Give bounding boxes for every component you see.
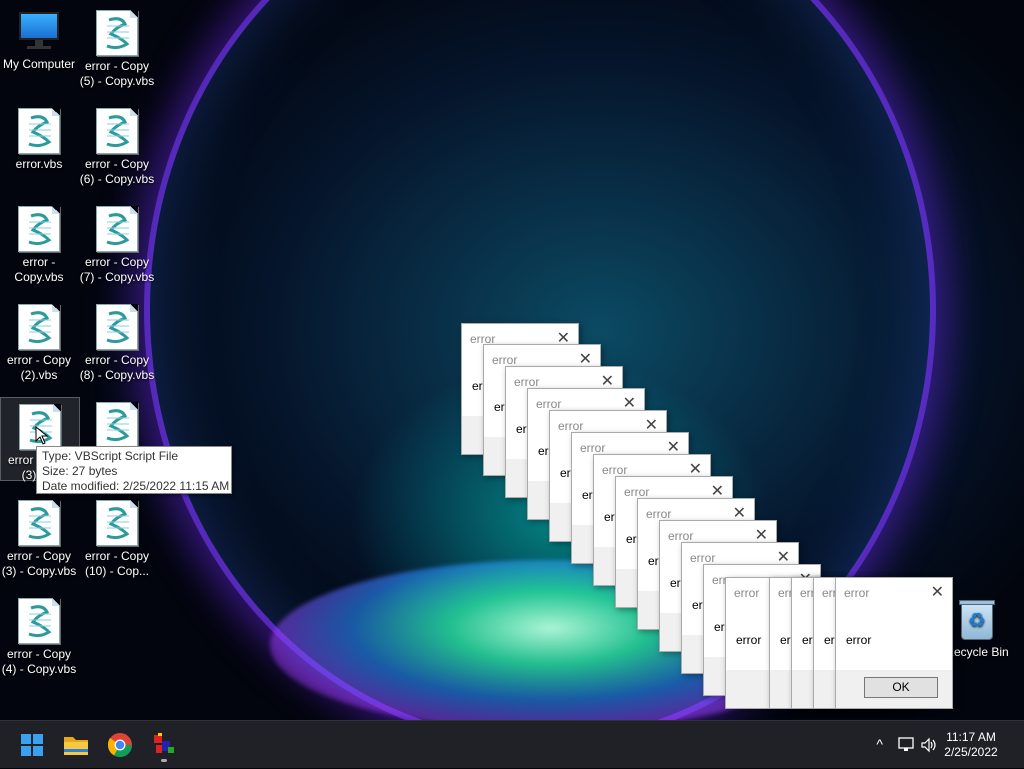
tooltip-size: Size: 27 bytes	[42, 464, 118, 478]
icon-label: error - Copy (4) - Copy.vbs	[1, 647, 77, 676]
desktop-icon-error-copy-10-copy[interactable]: error - Copy (10) - Cop...	[78, 494, 156, 579]
desktop-icon-error-copy-9-copy[interactable]	[78, 396, 156, 451]
vbs-file-icon	[96, 206, 138, 252]
desktop-icon-error-copy-3-copy[interactable]: error - Copy (3) - Copy.vbs	[0, 494, 78, 579]
vbs-file-icon	[18, 108, 60, 154]
icon-label: error - Copy (6) - Copy.vbs	[79, 157, 155, 186]
running-app-button[interactable]	[148, 729, 180, 762]
desktop-icon-error-copy-8-copy[interactable]: error - Copy (8) - Copy.vbs	[78, 298, 156, 383]
desktop-icon-error-copy-4-copy[interactable]: error - Copy (4) - Copy.vbs	[0, 592, 78, 677]
network-icon[interactable]	[898, 737, 916, 753]
tooltip-date: Date modified: 2/25/2022 11:15 AM	[42, 479, 230, 493]
close-icon[interactable]: ✕	[931, 582, 944, 602]
dialog-title: error	[734, 586, 760, 600]
vbs-file-icon	[96, 402, 138, 448]
show-hidden-icons-chevron[interactable]: ^	[876, 736, 883, 752]
dialog-title: error	[646, 507, 672, 521]
desktop-icon-error-copy-6-copy[interactable]: error - Copy (6) - Copy.vbs	[78, 102, 156, 187]
mouse-cursor-icon	[35, 426, 49, 445]
taskbar: ^ 11:17 AM 2/25/2022	[0, 720, 1024, 768]
vbs-file-icon	[18, 206, 60, 252]
icon-label: My Computer	[2, 57, 76, 71]
vbs-file-icon	[18, 598, 60, 644]
vbs-file-icon	[18, 500, 60, 546]
app-icon	[154, 733, 174, 753]
dialog-title: error	[668, 529, 694, 543]
vbs-file-icon	[96, 500, 138, 546]
dialog-title: error	[602, 463, 628, 477]
desktop-icon-error-copy-7-copy[interactable]: error - Copy (7) - Copy.vbs	[78, 200, 156, 285]
file-tooltip: Type: VBScript Script File Size: 27 byte…	[36, 446, 232, 494]
dialog-title: error	[514, 375, 540, 389]
desktop-icon-error-vbs[interactable]: error.vbs	[0, 102, 78, 172]
vbs-file-icon	[96, 108, 138, 154]
dialog-message: error	[736, 633, 762, 647]
start-icon	[21, 734, 43, 756]
vbs-file-icon	[96, 304, 138, 350]
icon-label: error.vbs	[15, 157, 63, 171]
file-explorer-icon	[64, 737, 88, 755]
chrome-icon	[107, 733, 132, 758]
dialog-title: error	[624, 485, 650, 499]
icon-label: error - Copy (8) - Copy.vbs	[79, 353, 155, 382]
desktop-icon-error-copy[interactable]: error - Copy.vbs	[0, 200, 78, 285]
clock[interactable]: 11:17 AM 2/25/2022	[936, 730, 1006, 760]
desktop-icon-error-copy-5-copy[interactable]: error - Copy (5) - Copy.vbs	[78, 4, 156, 89]
icon-label: error - Copy (2).vbs	[6, 353, 71, 382]
dialog-title: error	[492, 353, 518, 367]
dialog-title: error	[844, 586, 870, 600]
tooltip-type: Type: VBScript Script File	[42, 449, 179, 463]
chrome-button[interactable]	[104, 729, 136, 761]
desktop-icon-error-copy-2[interactable]: error - Copy (2).vbs	[0, 298, 78, 383]
file-explorer-button[interactable]	[60, 729, 92, 761]
dialog-title: error	[558, 419, 584, 433]
ok-button[interactable]: OK	[864, 677, 938, 698]
dialog-message: error	[846, 633, 872, 647]
dialog-title: error	[536, 397, 562, 411]
icon-label: error - Copy (7) - Copy.vbs	[79, 255, 155, 284]
icon-label: error - Copy (3) - Copy.vbs	[1, 549, 77, 578]
icon-label: error - Copy (10) - Cop...	[84, 549, 150, 578]
dialog-title: error	[580, 441, 606, 455]
icon-label: error - Copy (5) - Copy.vbs	[79, 59, 155, 88]
vbs-file-icon	[96, 10, 138, 56]
clock-date: 2/25/2022	[944, 745, 998, 759]
vbs-file-icon	[18, 304, 60, 350]
recycle-bin-icon: ♻	[957, 598, 997, 642]
error-dialog-front[interactable]: error ✕ error OK	[835, 577, 953, 709]
desktop: My Computer error.vbs error - Copy.vbs e…	[0, 0, 1024, 720]
dialog-title: error	[690, 551, 716, 565]
icon-label: error - Copy.vbs	[14, 255, 64, 284]
start-button[interactable]	[16, 729, 48, 761]
computer-icon	[19, 10, 59, 54]
clock-time: 11:17 AM	[946, 730, 996, 744]
desktop-icon-my-computer[interactable]: My Computer	[0, 4, 78, 72]
